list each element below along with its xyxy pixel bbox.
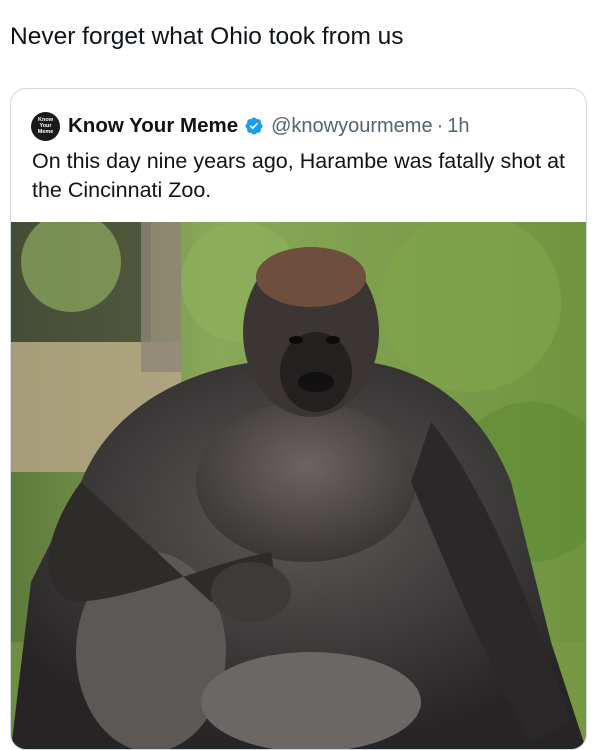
avatar-text-line-3: Meme [37, 129, 54, 135]
quoted-post-card[interactable]: Know Your Meme Know Your Meme @knowyourm… [10, 88, 587, 750]
gorilla-photo-illustration [11, 222, 586, 749]
gorilla-photo[interactable] [11, 222, 586, 749]
quoted-post-header: Know Your Meme Know Your Meme @knowyourm… [31, 110, 470, 142]
post-text: Never forget what Ohio took from us [10, 23, 404, 50]
author-handle[interactable]: @knowyourmeme [271, 115, 432, 138]
post-time[interactable]: 1h [447, 115, 469, 138]
separator-dot: · [436, 114, 444, 137]
author-name[interactable]: Know Your Meme [68, 114, 238, 138]
avatar[interactable]: Know Your Meme [31, 111, 60, 141]
verified-badge-icon [245, 117, 263, 135]
quoted-post-text: On this day nine years ago, Harambe was … [32, 149, 565, 202]
